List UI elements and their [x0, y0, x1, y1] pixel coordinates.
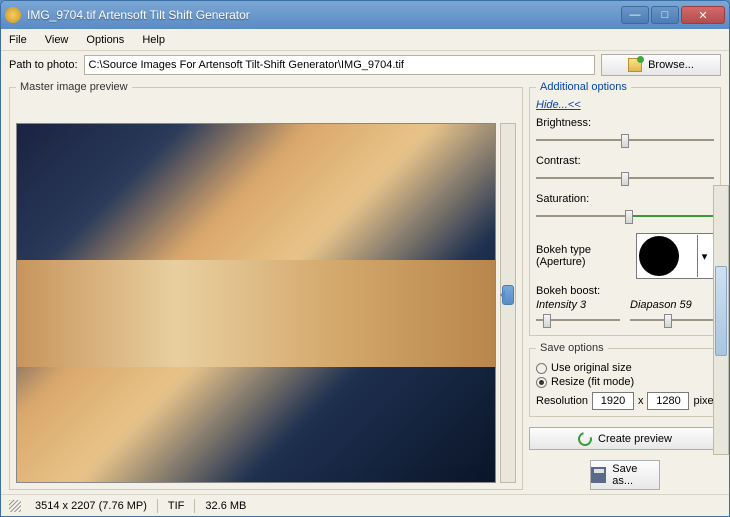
close-button[interactable]: ✕ — [681, 6, 725, 24]
maximize-button[interactable]: □ — [651, 6, 679, 24]
path-label: Path to photo: — [9, 59, 78, 71]
folder-icon — [628, 58, 642, 72]
status-filesize: 32.6 MB — [205, 500, 246, 512]
bokeh-boost-label: Bokeh boost: — [536, 285, 714, 297]
radio-original-size[interactable]: Use original size — [536, 362, 722, 374]
contrast-label: Contrast: — [536, 155, 714, 167]
statusbar: 3514 x 2207 (7.76 MP) TIF 32.6 MB — [1, 494, 729, 516]
grip-icon — [9, 500, 21, 512]
radio-resize-label: Resize (fit mode) — [551, 376, 634, 388]
save-options-fieldset: Save options Use original size Resize (f… — [529, 342, 729, 417]
right-scroll-thumb[interactable] — [715, 266, 727, 356]
bokeh-circle-icon — [639, 236, 679, 276]
window-title: IMG_9704.tif Artensoft Tilt Shift Genera… — [27, 8, 621, 22]
additional-options-legend: Additional options — [536, 81, 631, 93]
menu-options[interactable]: Options — [86, 34, 124, 46]
hide-link[interactable]: Hide...<< — [536, 99, 581, 111]
browse-label: Browse... — [648, 59, 694, 71]
radio-icon — [536, 377, 547, 388]
refresh-icon — [575, 429, 594, 448]
preview-fieldset: Master image preview — [9, 81, 523, 490]
brightness-label: Brightness: — [536, 117, 714, 129]
preview-image — [16, 123, 496, 483]
intensity-label: Intensity 3 — [536, 299, 586, 311]
bokeh-type-select[interactable]: ▾ — [636, 233, 714, 279]
intensity-slider[interactable] — [536, 311, 620, 329]
save-as-label: Save as... — [612, 463, 659, 487]
radio-icon — [536, 363, 547, 374]
app-icon — [5, 7, 21, 23]
save-as-button[interactable]: Save as... — [590, 460, 660, 490]
chevron-down-icon[interactable]: ▾ — [697, 235, 711, 277]
status-format: TIF — [168, 500, 185, 512]
menubar: File View Options Help — [1, 29, 729, 51]
create-preview-label: Create preview — [598, 433, 672, 445]
menu-file[interactable]: File — [9, 34, 27, 46]
bokeh-type-label: Bokeh type (Aperture) — [536, 244, 630, 268]
resolution-label: Resolution — [536, 395, 588, 407]
saturation-slider[interactable] — [536, 207, 714, 225]
menu-view[interactable]: View — [45, 34, 69, 46]
saturation-label: Saturation: — [536, 193, 714, 205]
menu-help[interactable]: Help — [142, 34, 165, 46]
preview-legend: Master image preview — [16, 81, 132, 93]
preview-scroll-thumb[interactable] — [502, 285, 514, 305]
radio-resize[interactable]: Resize (fit mode) — [536, 376, 722, 388]
preview-scrollbar[interactable] — [500, 123, 516, 483]
contrast-slider[interactable] — [536, 169, 714, 187]
diapason-slider[interactable] — [630, 311, 714, 329]
additional-options-fieldset: Additional options Hide...<< Brightness:… — [529, 81, 721, 336]
width-input[interactable] — [592, 392, 634, 410]
save-options-legend: Save options — [536, 342, 608, 354]
titlebar: IMG_9704.tif Artensoft Tilt Shift Genera… — [1, 1, 729, 29]
path-input[interactable] — [84, 55, 596, 75]
path-row: Path to photo: Browse... — [1, 51, 729, 79]
height-input[interactable] — [647, 392, 689, 410]
right-scrollbar[interactable] — [713, 185, 729, 455]
diapason-label: Diapason 59 — [630, 299, 692, 311]
browse-button[interactable]: Browse... — [601, 54, 721, 76]
floppy-icon — [591, 467, 606, 483]
radio-original-label: Use original size — [551, 362, 632, 374]
brightness-slider[interactable] — [536, 131, 714, 149]
create-preview-button[interactable]: Create preview — [529, 427, 721, 450]
status-dimensions: 3514 x 2207 (7.76 MP) — [35, 500, 147, 512]
x-label: x — [638, 395, 644, 407]
minimize-button[interactable]: — — [621, 6, 649, 24]
